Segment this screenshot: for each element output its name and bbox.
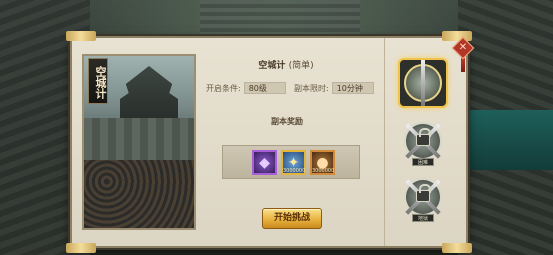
start-challenge-button[interactable]: 开始挑战 [262, 208, 322, 229]
reward-count: 3000000 [312, 168, 335, 174]
reward-count: 3000000 [283, 168, 306, 174]
stage-tag: 地狱 [412, 214, 434, 222]
copper-coin-icon[interactable]: ● 3000000 [310, 150, 335, 175]
army-illustration [84, 160, 194, 228]
wall-illustration [84, 118, 194, 164]
crystal-glyph: ◆ [259, 154, 270, 171]
difficulty-label: (简单) [288, 61, 314, 71]
requirement-row: 开启条件: 80级 [206, 82, 286, 94]
dungeon-name: 空城计 [258, 61, 286, 71]
dungeon-panel: 空城计 空城计 (简单) 开启条件: 80级 副本限时: 10分钟 副本奖励 ◆… [66, 31, 472, 253]
stage-3-emblem[interactable]: 地狱 [398, 172, 448, 222]
stairs [200, 0, 360, 40]
artwork-title: 空城计 [88, 58, 108, 104]
stage-tag: 困难 [412, 158, 434, 166]
stage-2-emblem[interactable]: 困难 [398, 116, 448, 166]
rewards-tray: ◆ ✦ 3000000 ● 3000000 [222, 145, 360, 179]
stage-list: 困难 地狱 [384, 38, 464, 246]
gold-medal-icon[interactable]: ✦ 3000000 [281, 150, 306, 175]
dungeon-artwork: 空城计 [82, 54, 196, 230]
corner-ornament [66, 31, 96, 41]
rewards-title: 副本奖励 [271, 117, 303, 126]
water [463, 110, 553, 170]
lock-icon [416, 128, 431, 146]
requirement-label: 开启条件: [206, 83, 241, 93]
purple-crystal-icon[interactable]: ◆ [252, 150, 277, 175]
time-limit-value: 10分钟 [331, 82, 374, 94]
tower-illustration [120, 66, 178, 126]
time-limit-label: 副本限时: [294, 83, 329, 93]
lock-icon [416, 184, 431, 202]
corner-ornament [66, 243, 96, 253]
time-limit-row: 副本限时: 10分钟 [294, 82, 374, 94]
sword-icon [421, 60, 425, 106]
stage-1-emblem[interactable] [398, 58, 448, 108]
dungeon-title: 空城计 (简单) [196, 58, 376, 71]
close-icon: ✕ [458, 42, 468, 53]
requirement-value: 80级 [243, 82, 286, 94]
tassel-icon [461, 58, 465, 72]
